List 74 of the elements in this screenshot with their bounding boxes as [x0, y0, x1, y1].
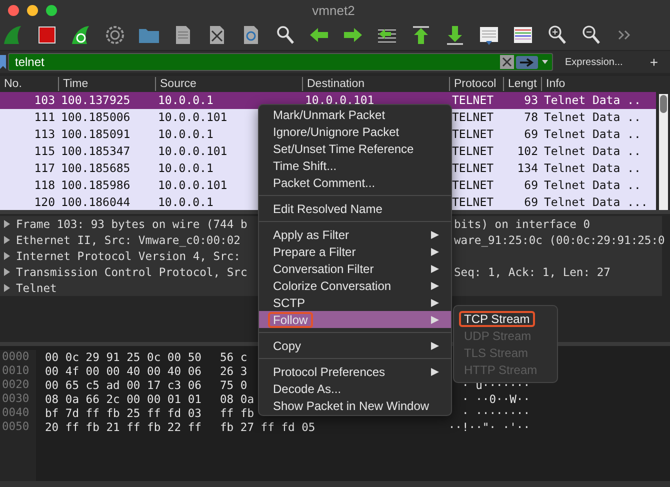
table-cell: Telnet Data .. — [544, 110, 641, 124]
table-cell: 118 — [34, 178, 55, 192]
table-cell: 117 — [34, 161, 55, 175]
table-cell: Telnet Data .. — [544, 161, 641, 175]
hex-bytes: 75 0 — [220, 378, 248, 392]
hex-bytes: 00 4f 00 00 40 00 40 06 — [45, 364, 202, 378]
hex-bytes: 00 65 c5 ad 00 17 c3 06 — [45, 378, 202, 392]
table-cell: TELNET — [452, 110, 494, 124]
ascii-text: · ··0··W·· — [462, 392, 530, 406]
table-cell: TELNET — [452, 127, 494, 141]
detail-line: Transmission Control Protocol, Src — [15, 266, 248, 278]
hex-bytes: 08 0a 66 2c 00 00 01 01 — [45, 392, 202, 406]
table-cell: 10.0.0.101 — [158, 178, 228, 192]
table-cell: Telnet Data ... — [544, 195, 648, 209]
table-cell: 69 — [524, 127, 538, 141]
hex-offset: 0010 — [1, 364, 30, 378]
table-cell: Telnet Data .. — [544, 178, 641, 192]
detail-line: Seq: 1, Ack: 1, Len: 27 — [454, 266, 612, 278]
table-cell: 100.137925 — [61, 93, 130, 107]
table-cell: 69 — [524, 178, 538, 192]
ascii-text: · u······· — [462, 378, 530, 392]
hex-bytes: bf 7d ff fb 25 ff fd 03 — [45, 406, 202, 420]
table-cell: 10.0.0.101 — [158, 144, 228, 158]
hex-bytes: 26 3 — [220, 364, 248, 378]
table-cell: 10.0.0.101 — [158, 110, 228, 124]
table-cell: TELNET — [452, 93, 494, 107]
table-cell: TELNET — [452, 178, 494, 192]
hex-bytes: 56 c — [220, 350, 248, 364]
hex-offset: 0000 — [1, 350, 30, 364]
table-cell: 134 — [517, 161, 538, 175]
window-title: vmnet2 — [311, 2, 356, 18]
detail-line: Frame 103: 93 bytes on wire (744 b — [15, 218, 248, 230]
table-cell: Telnet Data .. — [544, 127, 641, 141]
hex-bytes: 00 0c 29 91 25 0c 00 50 — [45, 350, 202, 364]
table-cell: 111 — [34, 110, 55, 124]
table-cell: 103 — [34, 93, 55, 107]
table-cell: TELNET — [452, 195, 494, 209]
table-cell: 10.0.0.1 — [158, 161, 214, 175]
detail-line: Internet Protocol Version 4, Src: — [15, 250, 242, 262]
hex-bytes: ff fb — [220, 406, 254, 420]
table-cell: TELNET — [452, 144, 494, 158]
table-cell: 113 — [34, 127, 55, 141]
table-cell: 115 — [34, 144, 55, 158]
ascii-text: ··!··"· ·'·· — [448, 420, 530, 434]
table-cell: 100.185685 — [61, 161, 130, 175]
table-cell: 78 — [524, 110, 538, 124]
hex-offset: 0040 — [1, 406, 30, 420]
table-cell: 10.0.0.101 — [305, 93, 374, 107]
table-cell: 100.186044 — [61, 195, 130, 209]
hex-offset: 0020 — [1, 378, 30, 392]
table-cell: 93 — [524, 93, 538, 107]
table-cell: 100.185986 — [61, 178, 130, 192]
detail-line: Ethernet II, Src: Vmware_c0:00:02 — [15, 234, 242, 246]
hex-offset: 0050 — [1, 420, 30, 434]
table-cell: 10.0.0.1 — [158, 93, 214, 107]
detail-line: Telnet — [15, 282, 58, 294]
ascii-text: · ········ — [462, 406, 530, 420]
hex-bytes: 20 ff fb 21 ff fb 22 ff — [45, 420, 202, 434]
table-cell: 100.185347 — [61, 144, 130, 158]
detail-line: bits) on interface 0 — [454, 218, 592, 230]
table-cell: 120 — [34, 195, 55, 209]
hex-offset: 0030 — [1, 392, 30, 406]
hex-bytes: fb 27 ff fd 05 — [220, 420, 316, 434]
table-cell: 10.0.0.1 — [158, 127, 214, 141]
table-cell: Telnet Data .. — [544, 144, 641, 158]
detail-line: ware_91:25:0c (00:0c:29:91:25:0 — [454, 234, 665, 246]
table-cell: 10.0.0.1 — [158, 195, 214, 209]
hex-bytes: 08 0a — [220, 392, 254, 406]
table-cell: Telnet Data .. — [544, 93, 641, 107]
table-cell: 100.185006 — [61, 110, 130, 124]
table-cell: 100.185091 — [61, 127, 130, 141]
table-cell: 102 — [517, 144, 538, 158]
table-cell: TELNET — [452, 161, 494, 175]
table-cell: 69 — [524, 195, 538, 209]
